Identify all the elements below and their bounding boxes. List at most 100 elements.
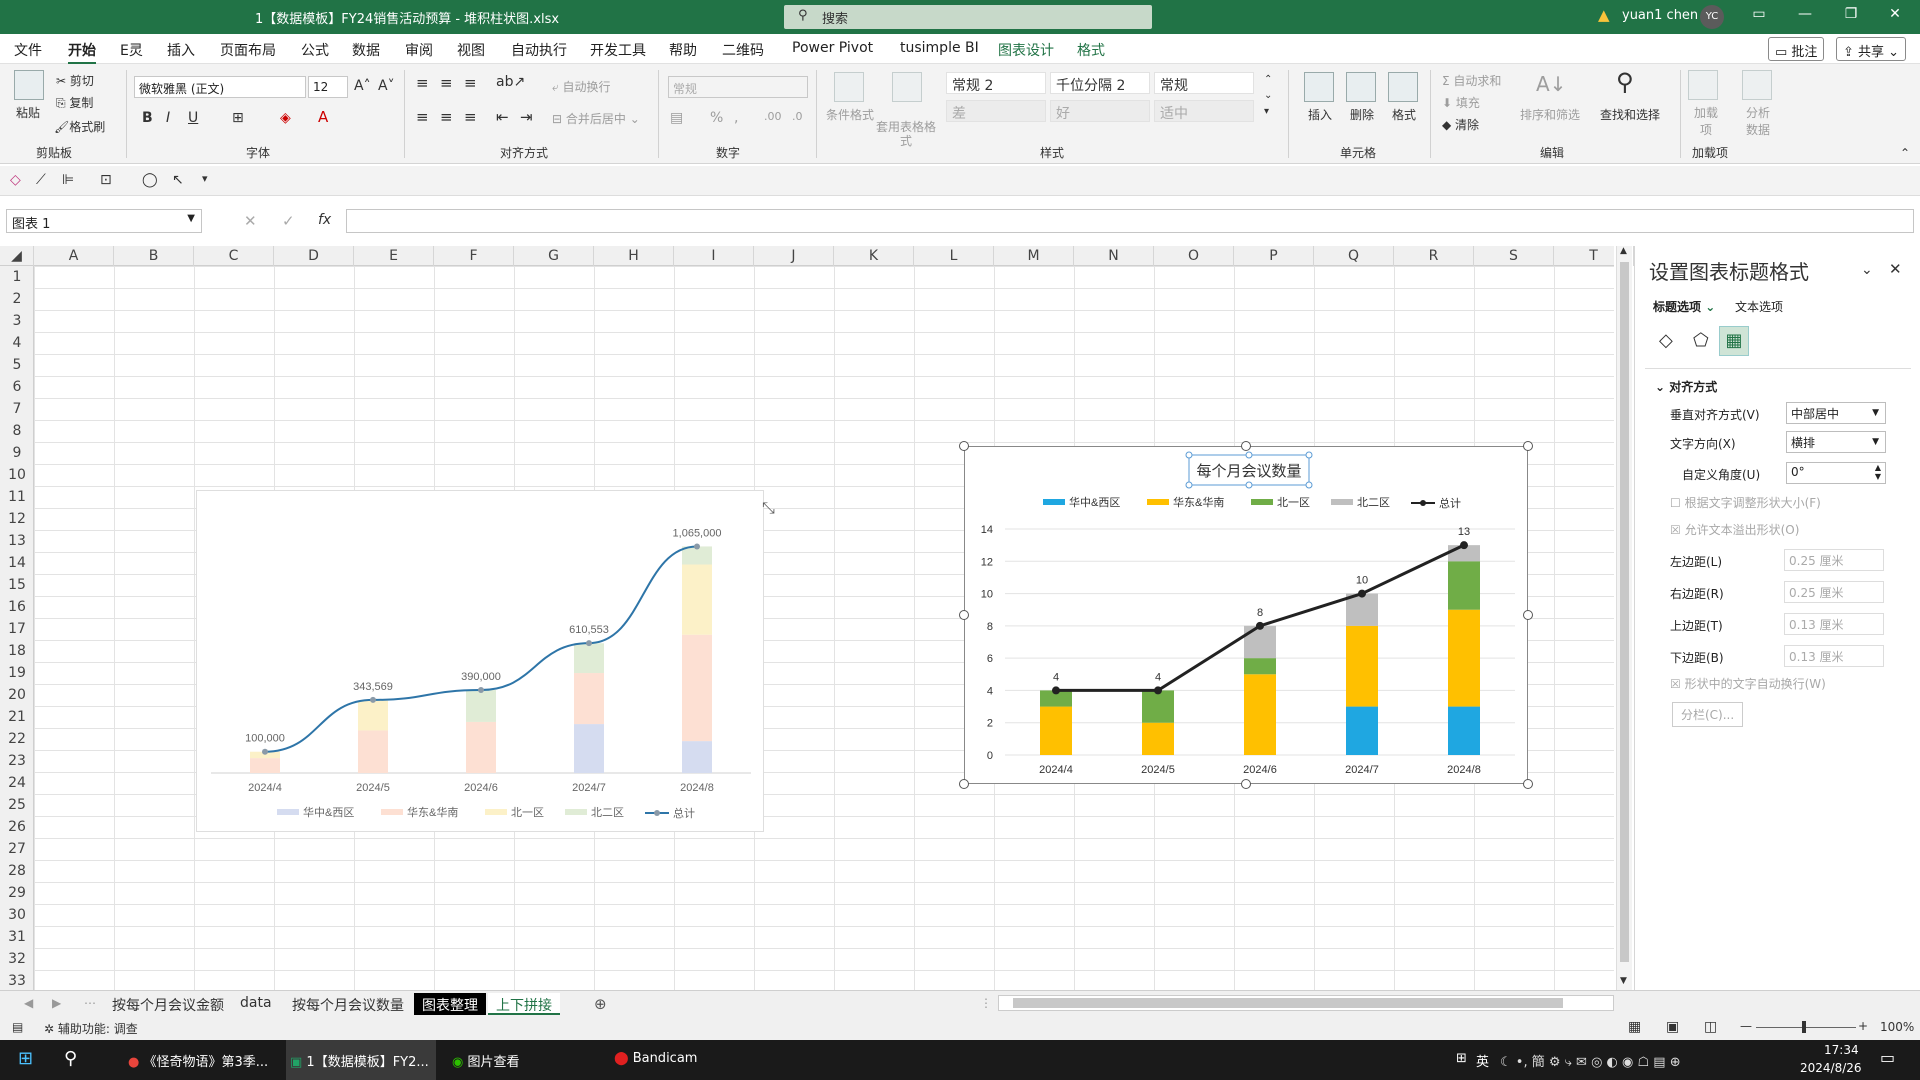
confirm-icon[interactable]: ✓ bbox=[282, 212, 295, 230]
right-margin-input[interactable]: 0.25 厘米 bbox=[1784, 581, 1884, 603]
zoom-in-icon[interactable]: + bbox=[1858, 1019, 1868, 1033]
search-icon[interactable]: ⚲ bbox=[64, 1048, 77, 1069]
row-header-25[interactable]: 25 bbox=[0, 794, 34, 816]
format-cells-button[interactable]: 格式 bbox=[1392, 106, 1416, 123]
sort-filter-button[interactable]: 排序和筛选 bbox=[1520, 106, 1580, 123]
row-header-11[interactable]: 11 bbox=[0, 486, 34, 508]
text-options-tab[interactable]: 文本选项 bbox=[1735, 298, 1783, 315]
tab-developer[interactable]: 开发工具 bbox=[590, 40, 646, 60]
fill-color-icon[interactable]: ◈ bbox=[280, 110, 291, 126]
row-header-28[interactable]: 28 bbox=[0, 860, 34, 882]
next-sheet-icon[interactable]: ▶ bbox=[52, 996, 61, 1010]
indent-increase-icon[interactable]: ⇥ bbox=[520, 108, 533, 126]
align-right-icon[interactable]: ≡ bbox=[464, 108, 477, 126]
tab-qrcode[interactable]: 二维码 bbox=[722, 40, 764, 60]
zoom-level[interactable]: 100% bbox=[1880, 1020, 1914, 1034]
delete-cells-icon[interactable] bbox=[1346, 72, 1376, 102]
zoom-slider[interactable] bbox=[1756, 1027, 1856, 1028]
sheet-tab[interactable]: 上下拼接 bbox=[488, 993, 560, 1015]
style-cell[interactable]: 常规 bbox=[1154, 72, 1254, 94]
column-header-B[interactable]: B bbox=[114, 246, 194, 266]
size-properties-icon[interactable]: ▦ bbox=[1719, 326, 1749, 356]
bold-icon[interactable]: B bbox=[142, 110, 153, 126]
column-header-L[interactable]: L bbox=[914, 246, 994, 266]
normal-view-icon[interactable]: ▦ bbox=[1628, 1019, 1641, 1035]
taskbar-item-excel[interactable]: ▣ 1【数据模板】FY2... bbox=[290, 1051, 429, 1070]
format-cells-icon[interactable] bbox=[1388, 72, 1418, 102]
group-icon[interactable]: ⊡ bbox=[100, 172, 112, 188]
column-header-C[interactable]: C bbox=[194, 246, 274, 266]
scroll-up-icon[interactable]: ▲ bbox=[1620, 246, 1627, 256]
tab-chart-design[interactable]: 图表设计 bbox=[998, 40, 1054, 60]
addin-button[interactable]: 加载项 bbox=[1692, 104, 1720, 138]
align-center-icon[interactable]: ≡ bbox=[440, 108, 453, 126]
bottom-margin-input[interactable]: 0.13 厘米 bbox=[1784, 645, 1884, 667]
tab-page-layout[interactable]: 页面布局 bbox=[220, 40, 276, 60]
search-box[interactable]: ⚲ 搜索 bbox=[784, 5, 1152, 29]
effects-icon[interactable]: ⬠ bbox=[1693, 330, 1709, 351]
collapse-ribbon-icon[interactable]: ⌃ bbox=[1900, 146, 1910, 160]
insert-cells-button[interactable]: 插入 bbox=[1308, 106, 1332, 123]
scroll-thumb[interactable] bbox=[1013, 998, 1563, 1008]
more-sheets-icon[interactable]: ⋯ bbox=[84, 996, 96, 1010]
column-header-J[interactable]: J bbox=[754, 246, 834, 266]
find-select-icon[interactable]: ⚲ bbox=[1616, 68, 1634, 96]
page-break-view-icon[interactable]: ◫ bbox=[1704, 1019, 1717, 1035]
row-header-1[interactable]: 1 bbox=[0, 266, 34, 288]
wrap-text-checkbox[interactable]: ☒ 形状中的文字自动换行(W) bbox=[1670, 675, 1826, 692]
style-gallery-scroll-icon[interactable]: ⌃ ⌄ ▾ bbox=[1264, 72, 1272, 120]
top-margin-input[interactable]: 0.13 厘米 bbox=[1784, 613, 1884, 635]
sheet-tab[interactable]: data bbox=[232, 993, 280, 1015]
sheet-tab[interactable]: 按每个月会议数量 bbox=[284, 993, 412, 1015]
taskbar-item-bandicam[interactable]: ⬤ Bandicam bbox=[614, 1051, 697, 1066]
border-icon[interactable]: ⊞ bbox=[232, 110, 244, 126]
comment-button[interactable]: ▭ 批注 bbox=[1768, 37, 1825, 61]
row-header-19[interactable]: 19 bbox=[0, 662, 34, 684]
row-header-5[interactable]: 5 bbox=[0, 354, 34, 376]
row-header-22[interactable]: 22 bbox=[0, 728, 34, 750]
row-header-29[interactable]: 29 bbox=[0, 882, 34, 904]
share-button[interactable]: ⇪ 共享 ⌄ bbox=[1836, 37, 1907, 61]
row-header-3[interactable]: 3 bbox=[0, 310, 34, 332]
resize-handle[interactable] bbox=[959, 441, 969, 451]
chart-amount[interactable]: 2024/4 2024/5 2024/6 2024/7 2024/8 100,000 343… bbox=[196, 490, 764, 832]
wrap-text-button[interactable]: ⤶ 自动换行 bbox=[552, 78, 611, 95]
column-header-E[interactable]: E bbox=[354, 246, 434, 266]
scroll-down-icon[interactable]: ▼ bbox=[1620, 976, 1627, 986]
row-header-17[interactable]: 17 bbox=[0, 618, 34, 640]
insert-cells-icon[interactable] bbox=[1304, 72, 1334, 102]
avatar[interactable]: YC bbox=[1700, 5, 1724, 29]
merge-center-button[interactable]: ⊟ 合并后居中 ⌄ bbox=[552, 110, 640, 127]
select-icon[interactable]: ↖ bbox=[172, 172, 184, 188]
clock-date[interactable]: 2024/8/26 bbox=[1800, 1061, 1862, 1075]
paste-button[interactable]: 粘贴 bbox=[16, 104, 40, 121]
decrease-decimal-icon[interactable]: .0 bbox=[792, 110, 803, 123]
zoom-out-icon[interactable]: — bbox=[1740, 1019, 1752, 1033]
fill-button[interactable]: ⬇ 填充 bbox=[1442, 94, 1480, 111]
prev-sheet-icon[interactable]: ◀ bbox=[24, 996, 33, 1010]
row-header-21[interactable]: 21 bbox=[0, 706, 34, 728]
sort-filter-icon[interactable]: A↓ bbox=[1536, 72, 1566, 96]
paste-icon[interactable] bbox=[14, 70, 44, 100]
brush-icon[interactable]: ⟋ bbox=[36, 172, 46, 188]
tab-formulas[interactable]: 公式 bbox=[301, 40, 329, 60]
increase-decimal-icon[interactable]: .00 bbox=[764, 110, 782, 123]
taskbar-item-browser[interactable]: ● 《怪奇物语》第3季... bbox=[128, 1051, 268, 1070]
title-options-tab[interactable]: 标题选项 ⌄ bbox=[1653, 298, 1715, 315]
minimize-icon[interactable]: — bbox=[1790, 6, 1820, 22]
increase-font-icon[interactable]: A˄ bbox=[354, 78, 371, 94]
row-header-20[interactable]: 20 bbox=[0, 684, 34, 706]
column-header-S[interactable]: S bbox=[1474, 246, 1554, 266]
tab-review[interactable]: 审阅 bbox=[405, 40, 433, 60]
column-header-M[interactable]: M bbox=[994, 246, 1074, 266]
scroll-thumb[interactable] bbox=[1620, 262, 1629, 962]
format-painter-button[interactable]: 🖌格式刷 bbox=[54, 118, 105, 135]
alignment-section[interactable]: ⌄ 对齐方式 bbox=[1655, 378, 1717, 395]
row-header-2[interactable]: 2 bbox=[0, 288, 34, 310]
customize-qat-icon[interactable]: ▾ bbox=[202, 172, 208, 185]
clear-button[interactable]: ◆ 清除 bbox=[1442, 116, 1479, 133]
delete-cells-button[interactable]: 删除 bbox=[1350, 106, 1374, 123]
row-header-24[interactable]: 24 bbox=[0, 772, 34, 794]
resize-handle[interactable] bbox=[1523, 610, 1533, 620]
add-sheet-icon[interactable]: ⊕ bbox=[594, 995, 607, 1013]
